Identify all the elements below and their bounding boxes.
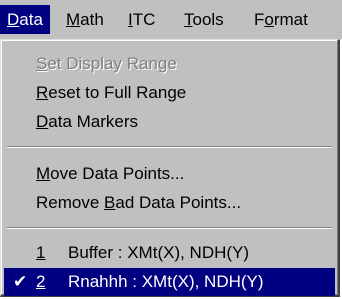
menu-item-label: Move Data Points... bbox=[36, 160, 184, 188]
menu-format-prefix: F bbox=[254, 10, 265, 29]
menu-data[interactable]: Data bbox=[0, 5, 50, 34]
menu-math-label: ath bbox=[80, 10, 104, 29]
menu-math-mnemonic: M bbox=[66, 10, 81, 29]
recent-number: 1 bbox=[36, 243, 46, 262]
menu-item-label: Reset to Full Range bbox=[36, 79, 186, 107]
menu-item-recent-1[interactable]: 1 Buffer : XMt(X), NDH(Y) bbox=[4, 239, 335, 267]
mnemonic: R bbox=[36, 83, 49, 102]
label-text: ove Data Points... bbox=[50, 164, 185, 183]
menu-item-label: Set Display Range bbox=[36, 50, 177, 78]
menu-format[interactable]: Format bbox=[247, 5, 315, 34]
menu-tools[interactable]: Tools bbox=[177, 5, 231, 34]
recent-number: 2 bbox=[36, 272, 46, 291]
menu-item-data-markers[interactable]: Data Markers bbox=[4, 108, 335, 136]
label-text: eset to Full Range bbox=[48, 83, 187, 102]
label-text: ad Data Points... bbox=[115, 193, 242, 212]
mnemonic: M bbox=[36, 164, 51, 183]
label-text: ata Markers bbox=[48, 112, 139, 131]
menu-item-label: Data Markers bbox=[36, 108, 138, 136]
checkmark-icon: ✔ bbox=[13, 272, 28, 291]
menu-data-label: ata bbox=[19, 10, 43, 29]
menu-item-recent-2[interactable]: ✔ 2 Rnahhh : XMt(X), NDH(Y) bbox=[4, 268, 335, 296]
label-text: et Display Range bbox=[47, 54, 177, 73]
menu-separator bbox=[7, 146, 332, 148]
menu-bar: Data Math ITC Tools Format bbox=[0, 0, 342, 39]
menu-data-mnemonic: D bbox=[7, 10, 20, 29]
data-dropdown-menu: Set Display Range Reset to Full Range Da… bbox=[0, 39, 340, 297]
menu-math[interactable]: Math bbox=[59, 5, 111, 34]
menu-item-set-display-range[interactable]: Set Display Range bbox=[4, 50, 335, 78]
menu-itc[interactable]: ITC bbox=[121, 5, 162, 34]
recent-label: Rnahhh : XMt(X), NDH(Y) bbox=[68, 272, 264, 291]
recent-label: Buffer : XMt(X), NDH(Y) bbox=[68, 243, 250, 262]
menu-separator bbox=[7, 227, 332, 229]
menu-tools-label: ools bbox=[192, 10, 224, 29]
mnemonic: B bbox=[104, 193, 116, 212]
mnemonic: D bbox=[36, 112, 49, 131]
menu-item-label: Remove Bad Data Points... bbox=[36, 189, 241, 217]
mnemonic: S bbox=[36, 54, 48, 73]
menu-item-reset-full-range[interactable]: Reset to Full Range bbox=[4, 79, 335, 107]
menu-format-mnemonic: o bbox=[264, 10, 274, 29]
menu-item-remove-bad-data-points[interactable]: Remove Bad Data Points... bbox=[4, 189, 335, 217]
label-prefix: Remove bbox=[36, 193, 105, 212]
menu-item-move-data-points[interactable]: Move Data Points... bbox=[4, 160, 335, 188]
menu-tools-mnemonic: T bbox=[184, 10, 193, 29]
menu-itc-label: TC bbox=[132, 10, 156, 29]
menu-format-label: rmat bbox=[273, 10, 308, 29]
